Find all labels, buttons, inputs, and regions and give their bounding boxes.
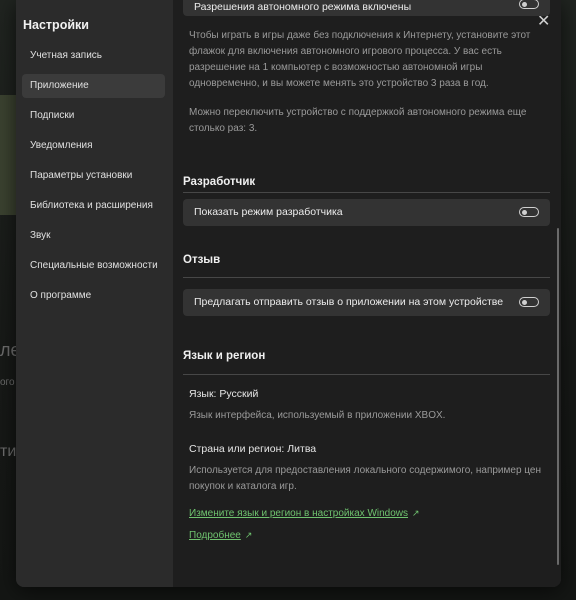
- region-label: Страна или регион: Литва: [189, 443, 317, 455]
- sidebar-item-install-options[interactable]: Параметры установки: [22, 164, 165, 188]
- offline-mode-toggle-row[interactable]: Разрешения автономного режима включены: [183, 0, 550, 16]
- external-link-icon: ↗: [412, 508, 420, 518]
- background-image-fragment: [0, 95, 16, 215]
- content-scrollbar[interactable]: [557, 228, 559, 565]
- sidebar-item-sound[interactable]: Звук: [22, 224, 165, 248]
- sidebar-title: Настройки: [23, 18, 89, 32]
- developer-heading: Разработчик: [183, 176, 256, 188]
- language-description: Язык интерфейса, используемый в приложен…: [189, 410, 446, 421]
- language-label: Язык: Русский: [189, 388, 259, 400]
- feedback-prompt-row[interactable]: Предлагать отправить отзыв о приложении …: [183, 289, 550, 316]
- learn-more-link[interactable]: Подробнее ↗: [189, 530, 252, 541]
- sidebar-item-library[interactable]: Библиотека и расширения: [22, 194, 165, 218]
- developer-divider: [183, 192, 550, 193]
- developer-mode-toggle[interactable]: [519, 207, 539, 217]
- sidebar-item-accessibility[interactable]: Специальные возможности: [22, 254, 165, 278]
- background-text-fragment-2: ого: [0, 377, 15, 388]
- sidebar-item-app[interactable]: Приложение: [22, 74, 165, 98]
- offline-description: Чтобы играть в игры даже без подключения…: [189, 30, 531, 89]
- language-region-heading: Язык и регион: [183, 350, 266, 362]
- external-link-icon: ↗: [244, 530, 253, 540]
- feedback-divider: [183, 277, 550, 278]
- sidebar-item-account[interactable]: Учетная запись: [22, 44, 165, 68]
- developer-mode-label: Показать режим разработчика: [194, 206, 343, 218]
- offline-mode-toggle[interactable]: [519, 0, 539, 9]
- developer-mode-row[interactable]: Показать режим разработчика: [183, 199, 550, 226]
- language-region-divider: [183, 374, 550, 375]
- learn-more-link-text[interactable]: Подробнее: [189, 530, 241, 541]
- feedback-heading: Отзыв: [183, 254, 221, 266]
- settings-sidebar: Настройки Учетная запись Приложение Подп…: [16, 0, 173, 587]
- sidebar-item-subscriptions[interactable]: Подписки: [22, 104, 165, 128]
- feedback-prompt-label: Предлагать отправить отзыв о приложении …: [194, 296, 504, 308]
- sidebar-item-about[interactable]: О программе: [22, 284, 165, 308]
- feedback-prompt-toggle[interactable]: [519, 297, 539, 307]
- offline-mode-toggle-label: Разрешения автономного режима включены: [194, 1, 412, 13]
- background-text-fragment-3: ти: [0, 443, 17, 460]
- sidebar-item-notifications[interactable]: Уведомления: [22, 134, 165, 158]
- sidebar-nav: Учетная запись Приложение Подписки Уведо…: [22, 44, 165, 314]
- settings-content: ✕ Разрешения автономного режима включены…: [173, 0, 561, 587]
- settings-dialog: Настройки Учетная запись Приложение Подп…: [16, 0, 561, 587]
- offline-switch-note: Можно переключить устройство с поддержко…: [189, 107, 527, 134]
- region-description: Используется для предоставления локально…: [189, 465, 541, 492]
- windows-language-settings-link[interactable]: Измените язык и регион в настройках Wind…: [189, 508, 420, 519]
- windows-language-settings-link-text[interactable]: Измените язык и регион в настройках Wind…: [189, 508, 408, 519]
